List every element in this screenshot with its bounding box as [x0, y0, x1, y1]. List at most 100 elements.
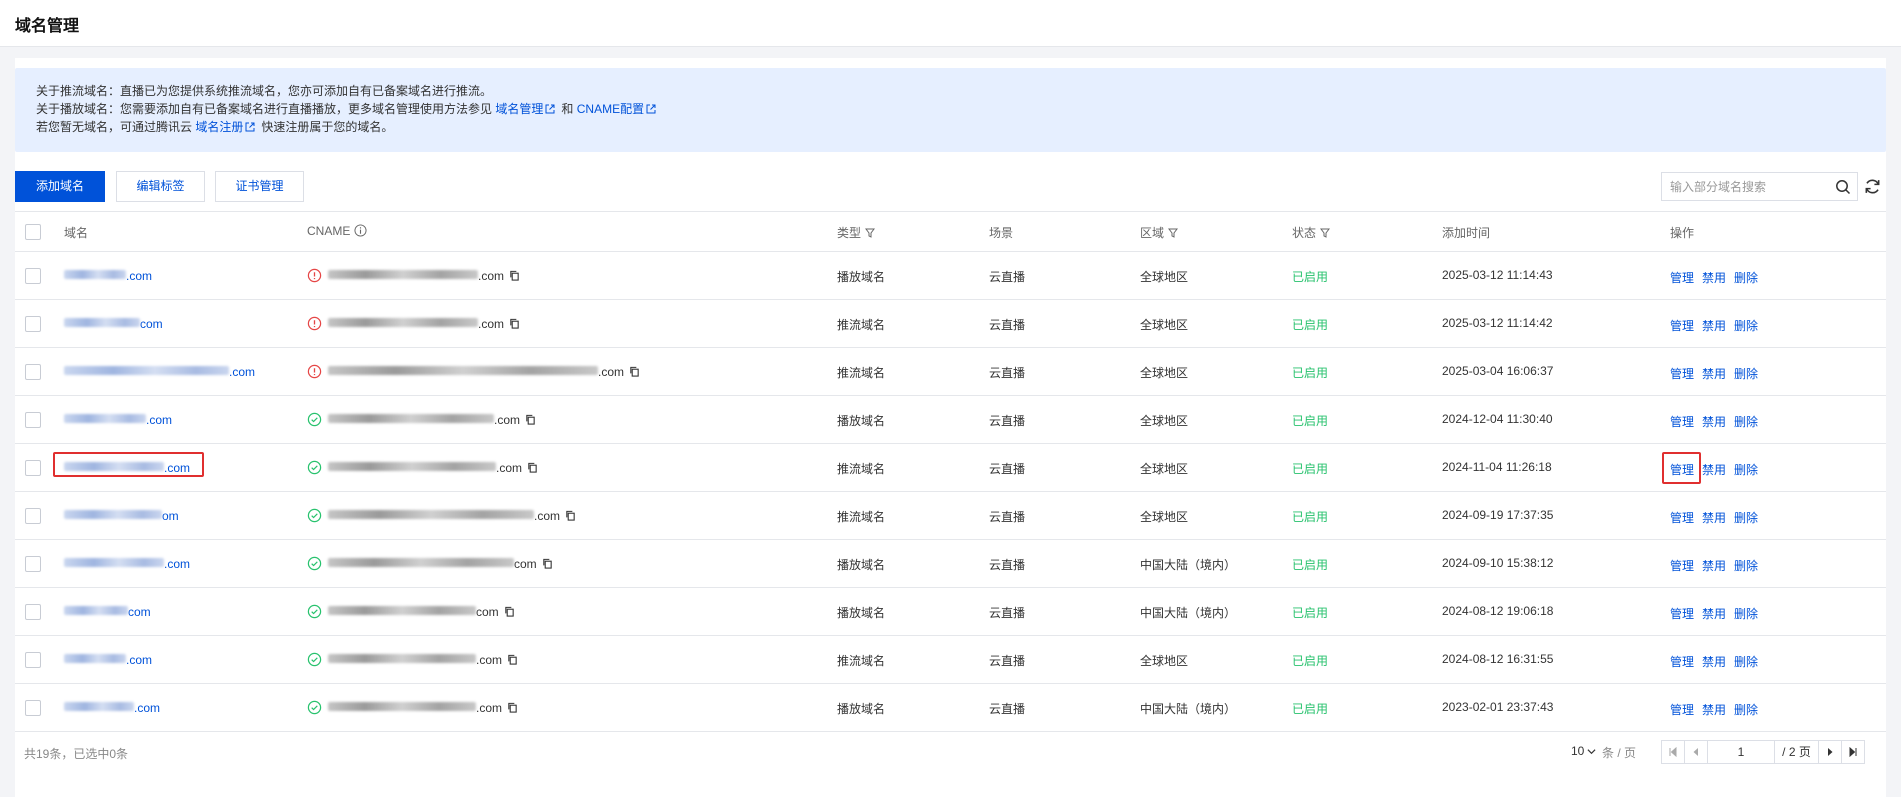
- row-checkbox[interactable]: [25, 700, 41, 716]
- manage-button[interactable]: 管理: [1670, 607, 1694, 621]
- copy-icon[interactable]: [507, 702, 518, 713]
- delete-button[interactable]: 删除: [1734, 607, 1758, 621]
- disable-button[interactable]: 禁用: [1702, 319, 1726, 333]
- external-link-icon: [245, 122, 255, 132]
- row-checkbox[interactable]: [25, 604, 41, 620]
- disable-button[interactable]: 禁用: [1702, 415, 1726, 429]
- copy-icon[interactable]: [527, 462, 538, 473]
- domain-link[interactable]: .com: [64, 413, 172, 427]
- delete-button[interactable]: 删除: [1734, 511, 1758, 525]
- domain-search-input[interactable]: [1670, 178, 1830, 196]
- row-checkbox[interactable]: [25, 460, 41, 476]
- region: 全球地区: [1140, 462, 1189, 476]
- page-size-value[interactable]: 10: [1571, 744, 1584, 758]
- last-page-button[interactable]: [1841, 740, 1865, 764]
- scene: 云直播: [989, 654, 1026, 668]
- copy-icon[interactable]: [509, 318, 520, 329]
- filter-icon[interactable]: [1168, 228, 1179, 238]
- delete-button[interactable]: 删除: [1734, 703, 1758, 717]
- disable-button[interactable]: 禁用: [1702, 271, 1726, 285]
- manage-button[interactable]: 管理: [1670, 367, 1694, 381]
- prev-page-button[interactable]: [1684, 740, 1708, 764]
- added-time: 2024-08-12 16:31:55: [1442, 652, 1554, 666]
- info-icon[interactable]: [354, 224, 367, 237]
- copy-icon[interactable]: [509, 270, 520, 281]
- copy-icon[interactable]: [565, 510, 576, 521]
- delete-button[interactable]: 删除: [1734, 559, 1758, 573]
- added-time: 2024-08-12 19:06:18: [1442, 604, 1554, 618]
- cname-config-doc-link[interactable]: CNAME配置: [577, 102, 644, 116]
- disable-button[interactable]: 禁用: [1702, 655, 1726, 669]
- row-checkbox[interactable]: [25, 268, 41, 284]
- disable-button[interactable]: 禁用: [1702, 367, 1726, 381]
- cname-value: .com: [328, 413, 536, 427]
- manage-button[interactable]: 管理: [1670, 703, 1694, 717]
- copy-icon[interactable]: [629, 366, 640, 377]
- highlight-manage-box: [1662, 452, 1701, 484]
- delete-button[interactable]: 删除: [1734, 415, 1758, 429]
- manage-button[interactable]: 管理: [1670, 559, 1694, 573]
- edit-tags-button[interactable]: 编辑标签: [116, 171, 205, 202]
- domain-link[interactable]: .com: [64, 653, 152, 667]
- copy-icon[interactable]: [507, 654, 518, 665]
- domain-table: 域名 CNAME 类型 场景 区域 状态 添加时间 操作 .com .com 播放域…: [15, 211, 1886, 732]
- table-row: .com .com 播放域名 云直播 全球地区 已启用 2025-03-12 11:14:4…: [15, 252, 1886, 300]
- check-circle-icon: [307, 652, 322, 667]
- row-checkbox[interactable]: [25, 364, 41, 380]
- filter-icon[interactable]: [1320, 228, 1331, 238]
- next-page-button[interactable]: [1818, 740, 1842, 764]
- copy-icon[interactable]: [525, 414, 536, 425]
- domain-link[interactable]: com: [64, 317, 163, 331]
- added-time: 2024-12-04 11:30:40: [1442, 412, 1553, 426]
- col-added-time: 添加时间: [1442, 226, 1491, 240]
- copy-icon[interactable]: [504, 606, 515, 617]
- domain-link[interactable]: om: [64, 509, 179, 523]
- refresh-icon[interactable]: [1864, 178, 1881, 195]
- disable-button[interactable]: 禁用: [1702, 559, 1726, 573]
- delete-button[interactable]: 删除: [1734, 319, 1758, 333]
- table-row: com .com 推流域名 云直播 全球地区 已启用 2025-03-12 11:14:42…: [15, 300, 1886, 348]
- table-row: .com com 播放域名 云直播 中国大陆（境内） 已启用 2024-09-10 15:3…: [15, 540, 1886, 588]
- chevron-down-icon[interactable]: [1587, 747, 1596, 756]
- selection-summary: 共19条，已选中0条: [24, 747, 129, 761]
- added-time: 2025-03-12 11:14:42: [1442, 316, 1553, 330]
- added-time: 2024-09-19 17:37:35: [1442, 508, 1554, 522]
- first-page-button[interactable]: [1661, 740, 1685, 764]
- delete-button[interactable]: 删除: [1734, 367, 1758, 381]
- added-time: 2023-02-01 23:37:43: [1442, 700, 1554, 714]
- check-circle-icon: [307, 460, 322, 475]
- search-icon[interactable]: [1835, 179, 1851, 195]
- disable-button[interactable]: 禁用: [1702, 607, 1726, 621]
- manage-button[interactable]: 管理: [1670, 655, 1694, 669]
- delete-button[interactable]: 删除: [1734, 271, 1758, 285]
- row-checkbox[interactable]: [25, 412, 41, 428]
- domain-link[interactable]: com: [64, 605, 151, 619]
- row-checkbox[interactable]: [25, 652, 41, 668]
- region: 中国大陆（境内）: [1140, 606, 1237, 620]
- manage-button[interactable]: 管理: [1670, 319, 1694, 333]
- domain-link[interactable]: .com: [64, 557, 190, 571]
- disable-button[interactable]: 禁用: [1702, 463, 1726, 477]
- row-checkbox[interactable]: [25, 508, 41, 524]
- page-number-input[interactable]: 1: [1707, 740, 1775, 764]
- domain-mgmt-doc-link[interactable]: 域名管理: [495, 102, 543, 116]
- manage-button[interactable]: 管理: [1670, 511, 1694, 525]
- row-checkbox[interactable]: [25, 556, 41, 572]
- delete-button[interactable]: 删除: [1734, 655, 1758, 669]
- domain-link[interactable]: .com: [64, 365, 255, 379]
- domain-link[interactable]: .com: [64, 701, 160, 715]
- delete-button[interactable]: 删除: [1734, 463, 1758, 477]
- col-status: 状态: [1292, 224, 1331, 241]
- cert-mgmt-button[interactable]: 证书管理: [215, 171, 304, 202]
- manage-button[interactable]: 管理: [1670, 415, 1694, 429]
- select-all-checkbox[interactable]: [25, 224, 41, 240]
- filter-icon[interactable]: [865, 228, 876, 238]
- domain-link[interactable]: .com: [64, 269, 152, 283]
- row-checkbox[interactable]: [25, 316, 41, 332]
- disable-button[interactable]: 禁用: [1702, 511, 1726, 525]
- add-domain-button[interactable]: 添加域名: [15, 171, 105, 202]
- manage-button[interactable]: 管理: [1670, 271, 1694, 285]
- domain-register-link[interactable]: 域名注册: [195, 120, 243, 134]
- disable-button[interactable]: 禁用: [1702, 703, 1726, 717]
- copy-icon[interactable]: [542, 558, 553, 569]
